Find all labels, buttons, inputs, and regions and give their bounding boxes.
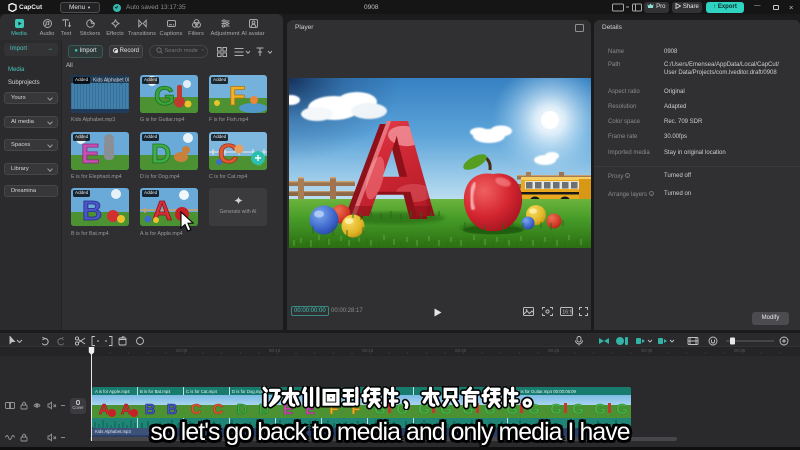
svg-text:F: F xyxy=(229,81,246,111)
svg-text:A: A xyxy=(121,401,132,418)
svg-text:C: C xyxy=(191,401,202,418)
svg-text:G: G xyxy=(154,81,175,111)
svg-text:G: G xyxy=(594,401,606,418)
svg-text:B: B xyxy=(167,401,178,418)
svg-text:A: A xyxy=(99,401,110,418)
svg-text:Kids Alphabet 00:16: Kids Alphabet 00:16 xyxy=(93,77,129,83)
svg-text:D: D xyxy=(237,401,248,418)
svg-text:D: D xyxy=(151,138,171,169)
svg-text:G: G xyxy=(616,401,628,418)
svg-text:C: C xyxy=(213,401,224,418)
svg-text:16:9: 16:9 xyxy=(562,310,573,316)
svg-text:C: C xyxy=(218,138,238,169)
svg-text:B: B xyxy=(145,401,156,418)
svg-text:G: G xyxy=(572,401,584,418)
svg-text:B: B xyxy=(82,195,102,226)
svg-text:E: E xyxy=(81,138,100,169)
svg-text:G: G xyxy=(550,401,562,418)
